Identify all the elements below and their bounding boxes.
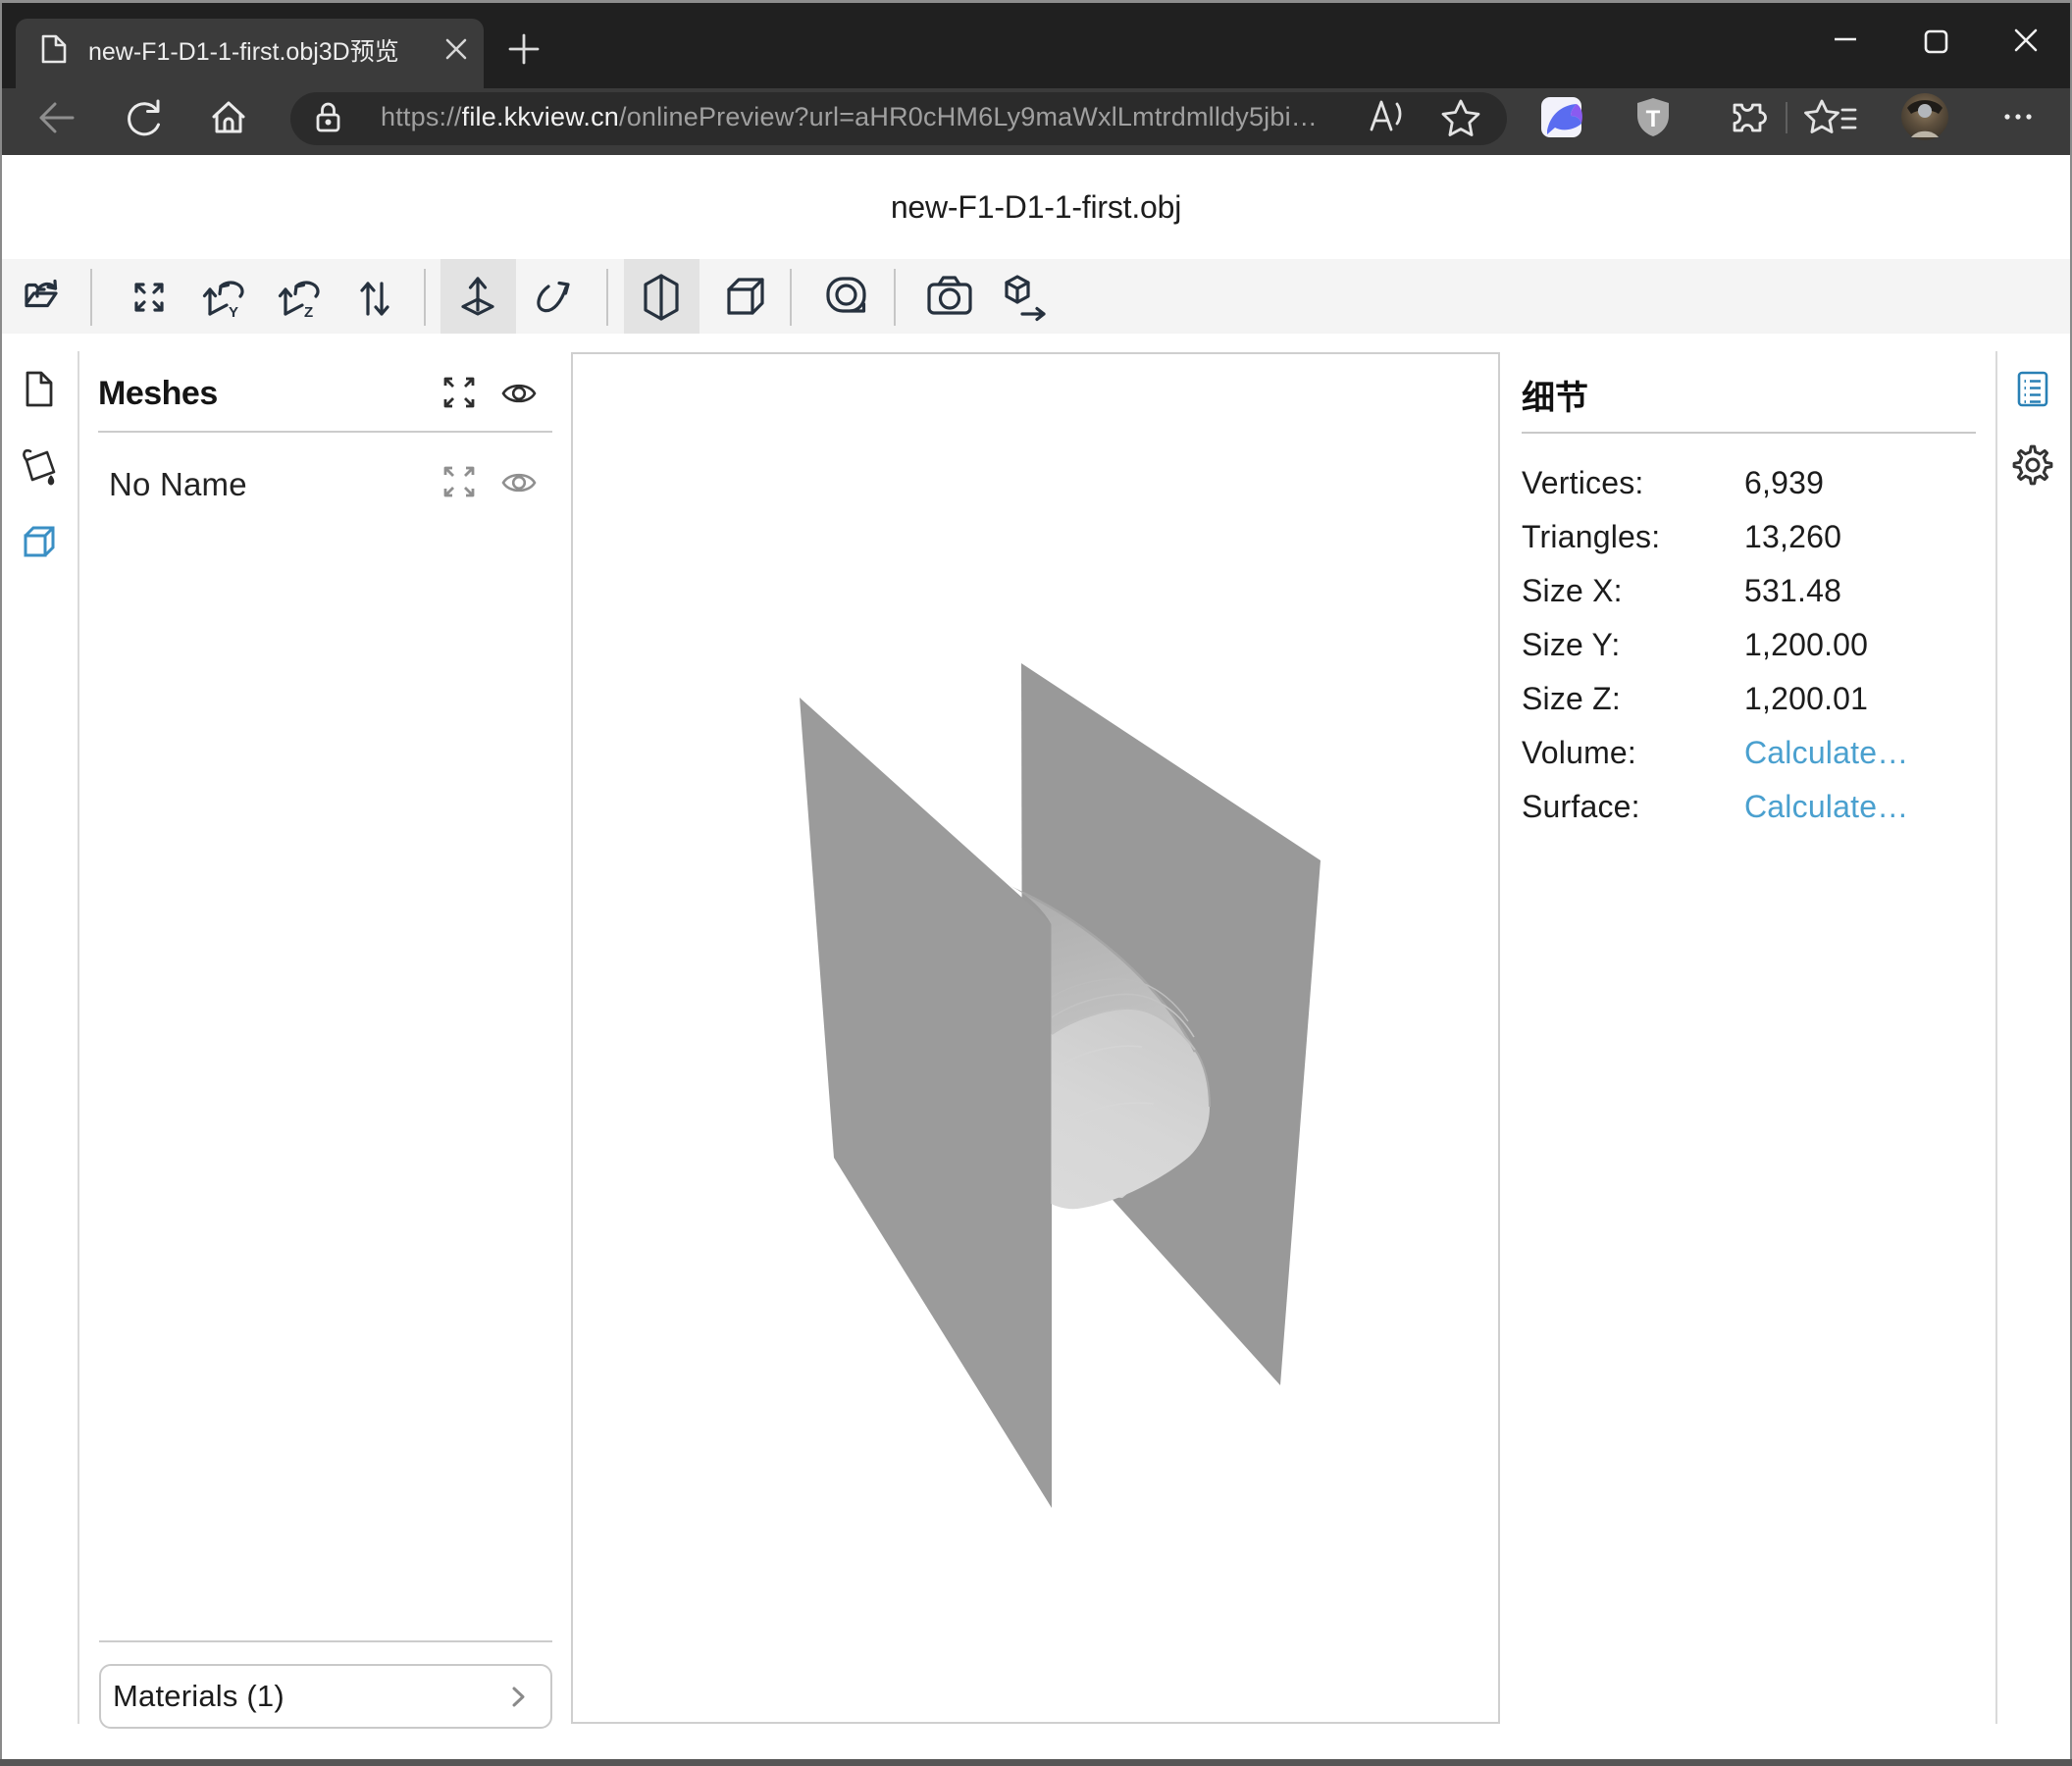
svg-text:T: T [1646,106,1661,132]
